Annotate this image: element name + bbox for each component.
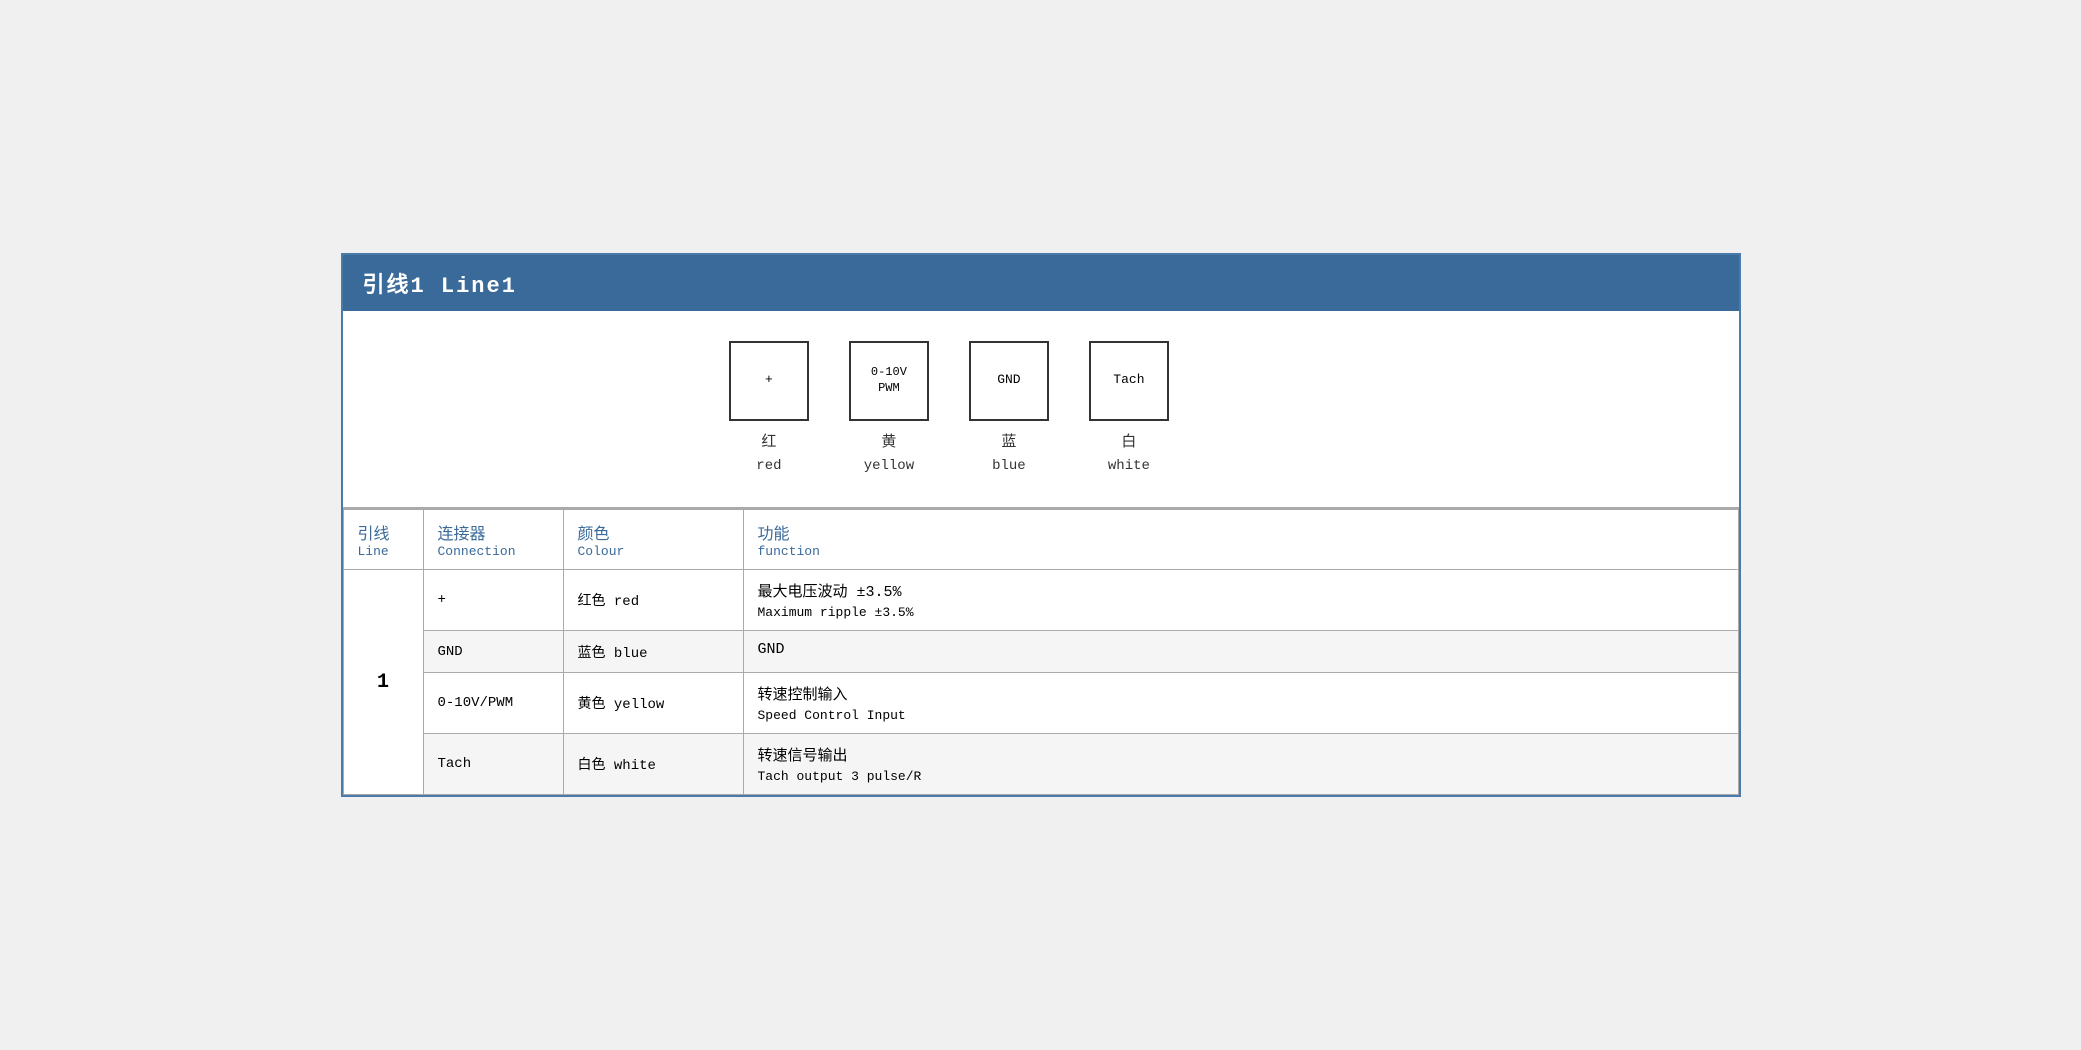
- connector-english-blue: blue: [992, 455, 1026, 477]
- connector-diagram: + 红 red 0-10V PWM 黄 yellow: [729, 341, 1169, 477]
- func-ripple-english: Maximum ripple ±3.5%: [758, 605, 1724, 620]
- connector-box-tach: Tach: [1089, 341, 1169, 421]
- connector-chinese-yellow: 黄: [864, 431, 914, 455]
- page-title: 引线1 Line1: [363, 274, 517, 299]
- connector-chinese-red: 红: [756, 431, 781, 455]
- cell-connection-pwm: 0-10V/PWM: [423, 673, 563, 734]
- connector-symbol-gnd: GND: [997, 372, 1020, 389]
- func-tach-chinese: 转速信号输出: [758, 744, 1724, 765]
- header-line: 引线 Line: [343, 510, 423, 570]
- connection-gnd: GND: [438, 644, 463, 660]
- header-colour-english: Colour: [578, 544, 729, 559]
- connector-label-red: 红 red: [756, 431, 781, 477]
- header-colour-chinese: 颜色: [578, 520, 729, 544]
- connector-label-yellow: 黄 yellow: [864, 431, 914, 477]
- cell-func-speed-control: 转速控制输入 Speed Control Input: [743, 673, 1738, 734]
- func-tach-english: Tach output 3 pulse/R: [758, 769, 1724, 784]
- table-header-row: 引线 Line 连接器 Connection 颜色 Colour 功能 func…: [343, 510, 1738, 570]
- line-number: 1: [377, 671, 389, 694]
- header-connection-chinese: 连接器: [438, 520, 549, 544]
- header-line-english: Line: [358, 544, 409, 559]
- header-function-chinese: 功能: [758, 520, 1724, 544]
- header-function-english: function: [758, 544, 1724, 559]
- header-colour: 颜色 Colour: [563, 510, 743, 570]
- connector-label-blue: 蓝 blue: [992, 431, 1026, 477]
- connector-box-plus: +: [729, 341, 809, 421]
- cell-func-tach-output: 转速信号输出 Tach output 3 pulse/R: [743, 734, 1738, 795]
- connection-plus: +: [438, 592, 446, 608]
- connector-tach: Tach 白 white: [1089, 341, 1169, 477]
- table-row-pwm: 0-10V/PWM 黄色 yellow 转速控制输入 Speed Control…: [343, 673, 1738, 734]
- header-connection: 连接器 Connection: [423, 510, 563, 570]
- cell-colour-blue: 蓝色 blue: [563, 631, 743, 673]
- title-bar: 引线1 Line1: [343, 255, 1739, 311]
- colour-blue: 蓝色 blue: [578, 646, 648, 662]
- connector-english-white: white: [1108, 455, 1150, 477]
- connector-pwm: 0-10V PWM 黄 yellow: [849, 341, 929, 477]
- connector-chinese-blue: 蓝: [992, 431, 1026, 455]
- connector-chinese-white: 白: [1108, 431, 1150, 455]
- table-row-plus: 1 + 红色 red 最大电压波动 ±3.5% Maximum ripple ±…: [343, 570, 1738, 631]
- cell-connection-tach: Tach: [423, 734, 563, 795]
- diagram-section: + 红 red 0-10V PWM 黄 yellow: [343, 311, 1739, 509]
- connector-gnd: GND 蓝 blue: [969, 341, 1049, 477]
- colour-yellow: 黄色 yellow: [578, 697, 665, 713]
- header-line-chinese: 引线: [358, 520, 409, 544]
- cell-colour-red: 红色 red: [563, 570, 743, 631]
- table-row-tach: Tach 白色 white 转速信号输出 Tach output 3 pulse…: [343, 734, 1738, 795]
- table-section: 引线 Line 连接器 Connection 颜色 Colour 功能 func…: [343, 509, 1739, 795]
- cell-colour-white: 白色 white: [563, 734, 743, 795]
- header-connection-english: Connection: [438, 544, 549, 559]
- connector-symbol-plus: +: [765, 372, 773, 389]
- func-speed-chinese: 转速控制输入: [758, 683, 1724, 704]
- cell-colour-yellow: 黄色 yellow: [563, 673, 743, 734]
- cell-line-1: 1: [343, 570, 423, 795]
- connector-symbol-pwm: 0-10V PWM: [871, 365, 907, 396]
- connection-tach: Tach: [438, 756, 472, 772]
- cell-func-ripple: 最大电压波动 ±3.5% Maximum ripple ±3.5%: [743, 570, 1738, 631]
- connector-english-red: red: [756, 455, 781, 477]
- connector-plus: + 红 red: [729, 341, 809, 477]
- wire-table: 引线 Line 连接器 Connection 颜色 Colour 功能 func…: [343, 509, 1739, 795]
- connector-label-white: 白 white: [1108, 431, 1150, 477]
- colour-white: 白色 white: [578, 758, 656, 774]
- table-row-gnd: GND 蓝色 blue GND: [343, 631, 1738, 673]
- func-speed-english: Speed Control Input: [758, 708, 1724, 723]
- main-container: 引线1 Line1 + 红 red 0-10V PWM: [341, 253, 1741, 797]
- cell-connection-gnd: GND: [423, 631, 563, 673]
- connector-box-gnd: GND: [969, 341, 1049, 421]
- cell-func-gnd: GND: [743, 631, 1738, 673]
- cell-connection-plus: +: [423, 570, 563, 631]
- header-function: 功能 function: [743, 510, 1738, 570]
- colour-red: 红色 red: [578, 594, 640, 610]
- connector-symbol-tach: Tach: [1113, 372, 1144, 389]
- func-ripple-chinese: 最大电压波动 ±3.5%: [758, 580, 1724, 601]
- connector-english-yellow: yellow: [864, 455, 914, 477]
- connector-box-pwm: 0-10V PWM: [849, 341, 929, 421]
- func-gnd-text: GND: [758, 641, 1724, 658]
- connection-pwm: 0-10V/PWM: [438, 695, 514, 711]
